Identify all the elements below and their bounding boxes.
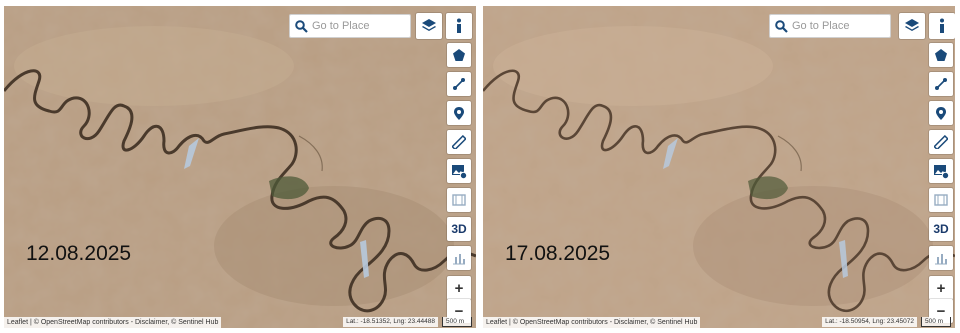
polygon-icon [453,49,465,61]
search-input[interactable] [792,17,888,35]
pin-icon [936,106,946,120]
search-icon [770,15,792,37]
image-download-icon [452,164,467,179]
search-input[interactable] [312,17,408,35]
ruler-icon [934,135,948,149]
scale-bar: 500 m [442,317,472,327]
map-attribution: Leaflet | © OpenStreetMap contributors -… [483,317,701,328]
film-icon [934,194,948,206]
date-label: 17.08.2025 [505,242,611,265]
zoom-in-button[interactable]: + [929,276,953,300]
draw-line-button[interactable] [447,72,471,96]
layers-icon [422,19,436,31]
measure-button[interactable] [929,130,953,154]
image-download-icon [934,164,949,179]
3d-button[interactable]: 3D [447,217,471,241]
plus-icon: + [454,279,464,297]
measure-button[interactable] [447,130,471,154]
image-download-button[interactable] [929,159,953,183]
map-attribution: Leaflet | © OpenStreetMap contributors -… [4,317,222,328]
info-button[interactable] [446,13,472,39]
pin-icon [454,106,464,120]
chart-button[interactable] [929,246,953,270]
line-icon [453,78,465,90]
polygon-icon [935,49,947,61]
draw-line-button[interactable] [929,72,953,96]
coordinates-readout: Lat.: -18.51352, Lng: 23.44488 [343,317,438,327]
search-box[interactable] [769,14,891,38]
draw-polygon-button[interactable] [929,43,953,67]
search-icon [290,15,312,37]
satellite-map[interactable] [4,6,476,328]
timelapse-button[interactable] [929,188,953,212]
3d-label: 3D [451,222,467,236]
chart-icon [453,254,465,265]
layers-button[interactable] [899,13,925,39]
3d-label: 3D [933,222,949,236]
line-icon [935,78,947,90]
date-label: 12.08.2025 [26,242,132,265]
info-icon [940,18,944,33]
draw-polygon-button[interactable] [447,43,471,67]
chart-icon [935,254,947,265]
info-icon [457,18,461,33]
info-button[interactable] [929,13,955,39]
marker-button[interactable] [929,101,953,125]
layers-icon [905,19,919,31]
chart-button[interactable] [447,246,471,270]
timelapse-button[interactable] [447,188,471,212]
scale-bar: 500 m [921,317,951,327]
coordinates-readout: Lat.: -18.50954, Lng: 23.45072 [822,317,917,327]
marker-button[interactable] [447,101,471,125]
ruler-icon [452,135,466,149]
map-panel-right[interactable]: 3D + − 17.08.2025 Leaflet | © OpenStreet… [483,6,955,328]
map-panel-left[interactable]: 3D + − 12.08.2025 Leaflet | © OpenStreet… [4,6,476,328]
zoom-in-button[interactable]: + [447,276,471,300]
search-box[interactable] [289,14,411,38]
image-download-button[interactable] [447,159,471,183]
satellite-map[interactable] [483,6,955,328]
3d-button[interactable]: 3D [929,217,953,241]
layers-button[interactable] [416,13,442,39]
plus-icon: + [936,279,946,297]
film-icon [452,194,466,206]
